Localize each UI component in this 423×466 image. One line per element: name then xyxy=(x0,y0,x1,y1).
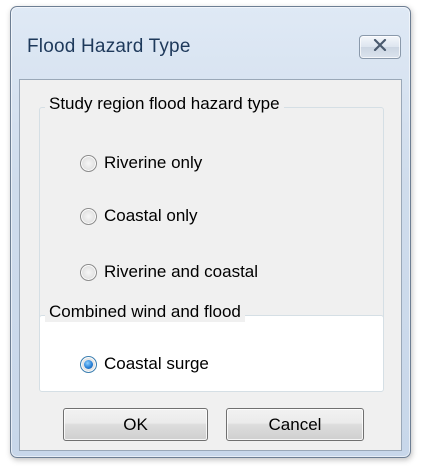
close-icon xyxy=(373,38,387,56)
radio-riverine-and-coastal[interactable]: Riverine and coastal xyxy=(80,260,258,284)
radio-coastal-only[interactable]: Coastal only xyxy=(80,204,198,228)
radio-selected-dot xyxy=(84,359,93,369)
ok-button[interactable]: OK xyxy=(63,408,208,441)
radio-button[interactable] xyxy=(80,207,97,225)
radio-label: Riverine and coastal xyxy=(104,262,259,281)
combined-wind-flood-group-legend: Combined wind and flood xyxy=(45,302,245,322)
radio-button[interactable] xyxy=(80,263,97,281)
radio-button[interactable] xyxy=(80,154,97,172)
window-title: Flood Hazard Type xyxy=(27,36,191,57)
cancel-button[interactable]: Cancel xyxy=(226,408,364,441)
title-bar[interactable]: Flood Hazard Type xyxy=(11,7,410,79)
radio-label: Coastal surge xyxy=(104,354,209,373)
close-button[interactable] xyxy=(359,35,401,59)
radio-label: Riverine only xyxy=(104,153,203,172)
hazard-type-group-legend: Study region flood hazard type xyxy=(45,94,284,114)
radio-riverine-only[interactable]: Riverine only xyxy=(80,151,202,175)
dialog-body: Study region flood hazard type Riverine … xyxy=(19,79,402,451)
radio-label: Coastal only xyxy=(104,206,198,225)
radio-button-selected[interactable] xyxy=(80,355,97,373)
radio-coastal-surge[interactable]: Coastal surge xyxy=(80,352,209,376)
flood-hazard-type-dialog: Flood Hazard Type Study region flood haz… xyxy=(10,6,411,458)
